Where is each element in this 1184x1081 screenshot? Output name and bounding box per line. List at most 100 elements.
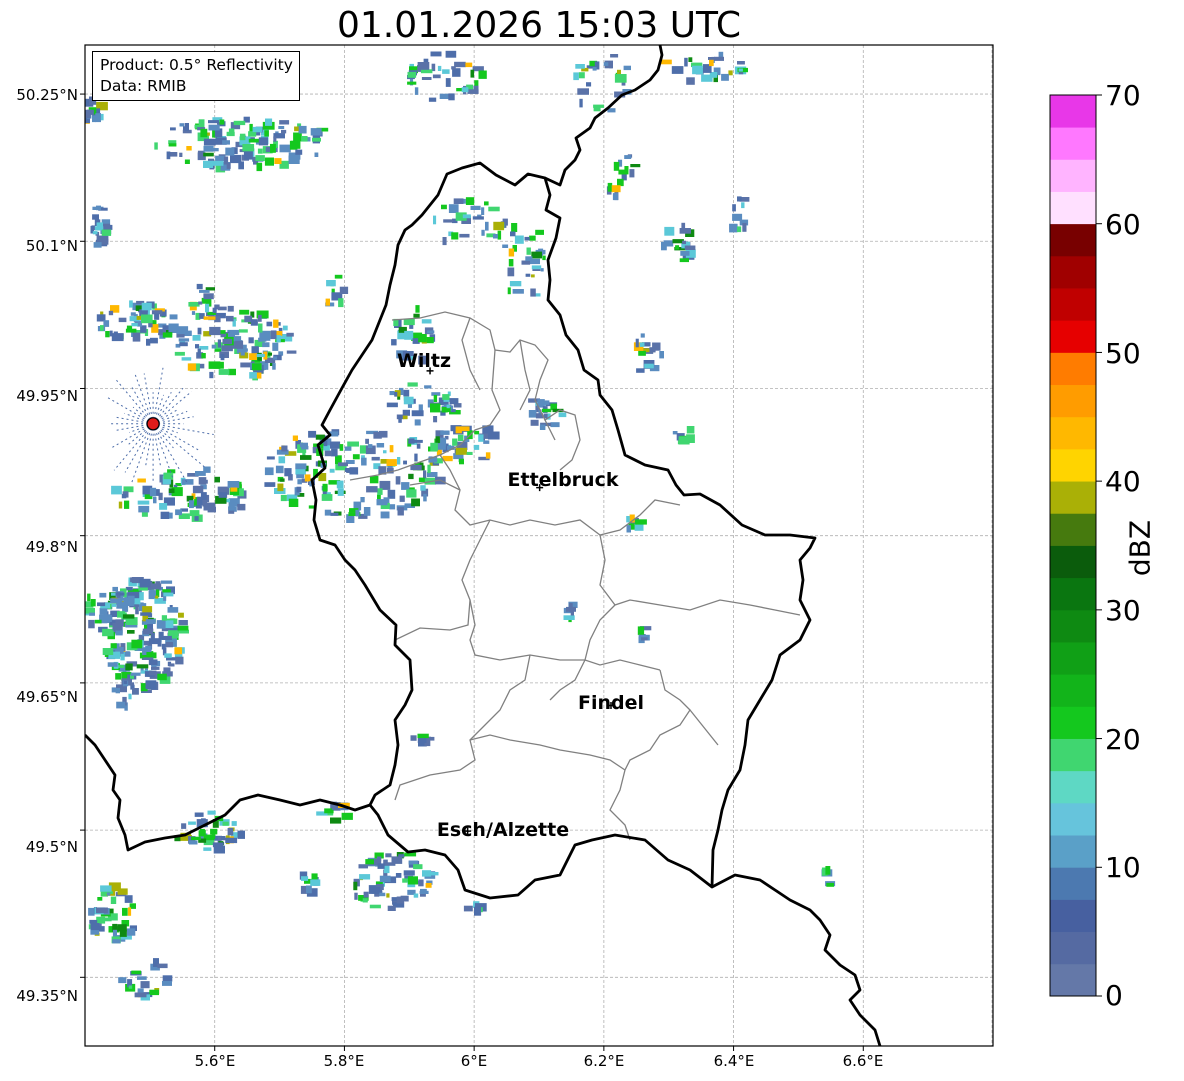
echo-pixel	[189, 510, 200, 517]
echo-pixel	[142, 647, 147, 655]
echo-pixel	[115, 673, 121, 680]
echo-pixel	[427, 872, 439, 876]
colorbar-segment	[1050, 577, 1096, 611]
echo-pixel	[369, 475, 379, 484]
echo-pixel	[728, 70, 733, 76]
echo-pixel	[100, 885, 112, 892]
echo-pixel	[407, 876, 418, 885]
echo-pixel	[211, 834, 216, 839]
echo-pixel	[659, 351, 664, 359]
echo-pixel	[181, 479, 194, 485]
echo-pixel	[473, 444, 480, 450]
echo-pixel	[203, 152, 214, 157]
echo-pixel	[129, 300, 133, 308]
echo-pixel	[191, 836, 201, 841]
echo-pixel	[542, 255, 546, 261]
echo-pixel	[145, 619, 156, 624]
echo-pixel	[278, 456, 286, 464]
echo-pixel	[330, 441, 341, 449]
echo-pixel	[221, 345, 233, 352]
echo-pixel	[398, 415, 402, 423]
echo-pixel	[145, 680, 157, 690]
lon-label-5-8: 5.8°E	[323, 1052, 365, 1070]
echo-pixel	[128, 985, 133, 989]
echo-pixel	[122, 614, 135, 619]
echo-pixel	[103, 917, 112, 922]
echo-pixel	[403, 389, 410, 397]
echo-pixel	[140, 612, 152, 616]
echo-pixel	[189, 500, 194, 509]
echo-pixel	[301, 445, 309, 450]
echo-pixel	[218, 369, 230, 375]
echo-pixel	[126, 928, 136, 936]
echo-pixel	[732, 204, 736, 212]
echo-pixel	[363, 507, 371, 516]
echo-pixel	[88, 907, 95, 916]
echo-pixel	[611, 185, 621, 193]
echo-pixel	[454, 61, 466, 68]
echo-pixel	[308, 430, 317, 438]
echo-pixel	[675, 245, 680, 250]
echo-pixel	[115, 630, 123, 636]
echo-pixel	[243, 151, 253, 160]
lat-label-49-95: 49.95°N	[16, 387, 78, 405]
echo-pixel	[181, 357, 192, 361]
echo-pixel	[525, 273, 531, 277]
echo-pixel	[179, 342, 188, 347]
echo-pixel	[227, 481, 240, 488]
clutter-ray	[130, 423, 154, 486]
echo-pixel	[369, 904, 381, 909]
echo-pixel	[116, 602, 128, 609]
echo-pixel	[406, 489, 417, 498]
colorbar-segment	[1050, 127, 1096, 160]
echo-pixel	[629, 169, 635, 178]
echo-pixel	[207, 506, 216, 513]
echo-pixel	[373, 431, 382, 439]
echo-pixel	[264, 467, 274, 476]
echo-pixel	[472, 216, 484, 220]
echo-pixel	[682, 240, 686, 245]
echo-pixel	[288, 155, 300, 164]
echo-pixel	[175, 656, 184, 665]
echo-pixel	[573, 72, 579, 81]
colorbar-segment	[1050, 448, 1096, 482]
echo-pixel	[427, 464, 431, 474]
echo-pixel	[446, 404, 450, 409]
map-frame	[84, 44, 994, 1047]
echo-pixel	[407, 382, 418, 387]
echo-pixel	[721, 73, 729, 81]
echo-pixel	[331, 448, 338, 457]
echo-pixel	[300, 455, 312, 460]
echo-pixel	[410, 735, 417, 741]
radar-echoes	[85, 50, 836, 1001]
echo-pixel	[118, 501, 123, 509]
colorbar-segment	[1050, 835, 1096, 868]
echo-pixel	[157, 963, 168, 969]
echo-pixel	[575, 64, 585, 69]
lat-label-50-25: 50.25°N	[16, 86, 78, 104]
echo-pixel	[141, 302, 152, 311]
city-label-findel: Findel	[577, 692, 645, 714]
echo-pixel	[289, 140, 298, 150]
echo-pixel	[433, 416, 438, 423]
echo-pixel	[277, 483, 284, 492]
echo-pixel	[137, 478, 146, 483]
lon-label-6-2: 6.2°E	[583, 1052, 625, 1070]
echo-pixel	[741, 202, 745, 209]
echo-pixel	[238, 161, 244, 170]
echo-pixel	[135, 606, 139, 615]
echo-pixel	[148, 590, 157, 600]
echo-pixel	[222, 140, 230, 145]
echo-pixel	[441, 204, 447, 210]
product-label: Product: 0.5° Reflectivity	[100, 56, 293, 74]
echo-pixel	[118, 317, 127, 323]
echo-pixel	[485, 221, 489, 231]
echo-pixel	[155, 595, 159, 599]
echo-pixel	[163, 592, 174, 597]
echo-pixel	[203, 316, 216, 320]
echo-pixel	[184, 123, 189, 131]
echo-pixel	[485, 452, 491, 459]
echo-pixel	[470, 205, 481, 210]
colorbar-tick-30: 30	[1105, 594, 1141, 627]
echo-pixel	[367, 444, 373, 448]
